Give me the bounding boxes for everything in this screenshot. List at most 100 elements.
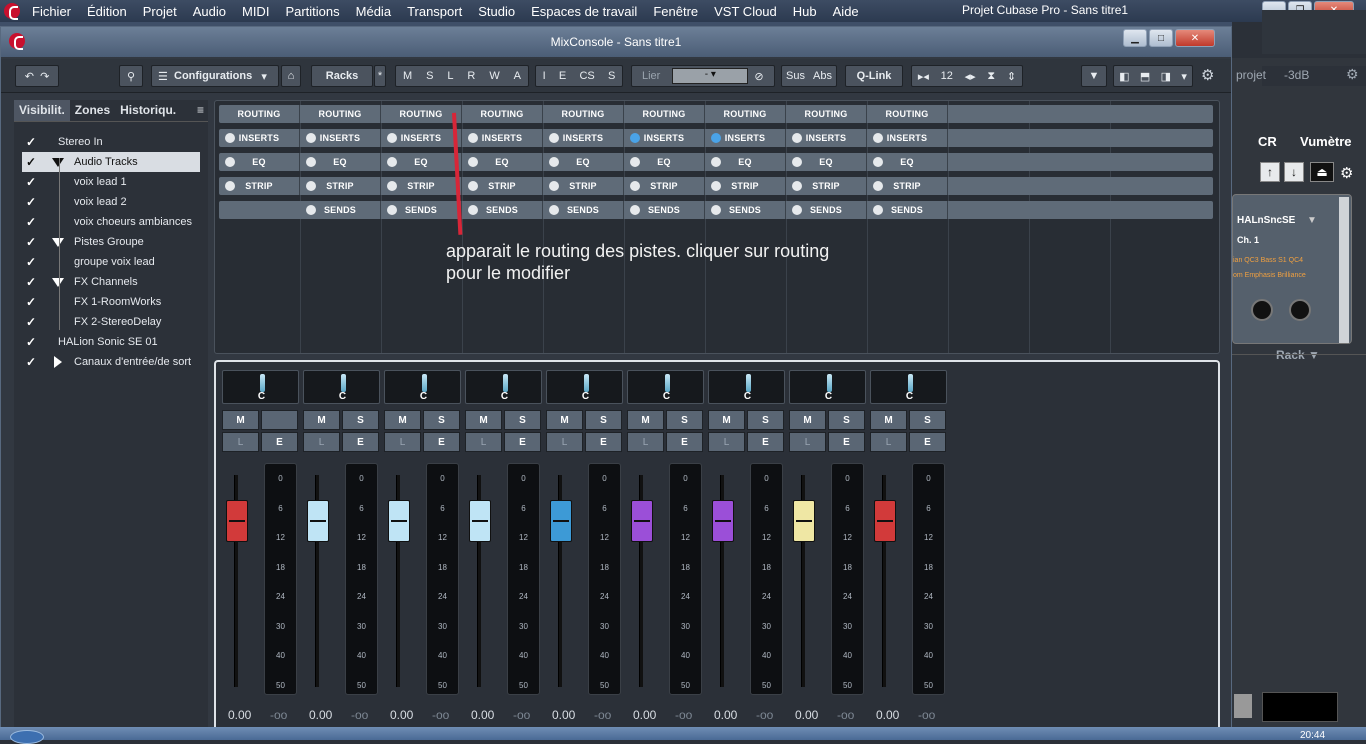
instrument-name[interactable]: HALnSncSE [1237,215,1295,226]
menu-item[interactable]: MIDI [234,4,277,19]
volume-value[interactable]: 0.00 [714,708,737,722]
chevron-down-icon[interactable]: ▾ [1181,70,1187,83]
rack-sends-button[interactable]: SENDS [705,201,786,219]
power-dot-icon[interactable] [792,205,802,215]
fader-handle[interactable] [469,500,491,542]
volume-value[interactable]: 0.00 [390,708,413,722]
meter-tab-label[interactable]: Vumètre [1300,134,1352,149]
fader-handle[interactable] [226,500,248,542]
arrow-up-icon[interactable]: ↑ [1260,162,1280,182]
solo-button[interactable] [261,410,298,430]
rack-inserts-button[interactable]: INSERTS [300,129,381,147]
maximize-icon[interactable]: □ [1149,29,1173,47]
rack-routing-button[interactable]: ROUTING [381,105,462,123]
rack-routing-button[interactable]: ROUTING [300,105,381,123]
up-down-arrows-icon[interactable]: ⇕ [1007,70,1016,83]
rack-strip-button[interactable]: STRIP [543,177,624,195]
rack-strip-button[interactable]: STRIP [462,177,543,195]
tree-row[interactable]: ✓ Audio Tracks [22,152,200,172]
arrow-down-icon[interactable]: ↓ [1284,162,1304,182]
power-dot-icon[interactable] [468,205,478,215]
peak-value[interactable]: -oo [432,708,449,722]
peak-value[interactable]: -oo [513,708,530,722]
rack-sends-button[interactable]: SENDS [543,201,624,219]
pan-knob[interactable] [746,374,751,392]
solo-button[interactable]: S [666,410,703,430]
peak-value[interactable]: -oo [675,708,692,722]
lier-select[interactable]: - ▾ [672,68,749,84]
power-dot-icon[interactable] [792,133,802,143]
rack-routing-button[interactable]: ROUTING [624,105,705,123]
menu-item[interactable]: Espaces de travail [523,4,645,19]
mode-button[interactable]: R [467,70,475,82]
solo-button[interactable]: S [423,410,460,430]
rack-strip-button[interactable]: STRIP [867,177,948,195]
rack-inserts-button[interactable]: INSERTS [462,129,543,147]
menu-item[interactable]: Audio [185,4,234,19]
rack-sends-button[interactable]: SENDS [462,201,543,219]
checkmark-icon[interactable]: ✓ [26,135,36,149]
pan-control[interactable]: C [222,370,299,404]
solo-button[interactable]: S [828,410,865,430]
listen-button[interactable]: L [627,432,664,452]
rack-routing-button[interactable]: ROUTING [219,105,300,123]
power-dot-icon[interactable] [225,157,235,167]
pan-control[interactable]: C [870,370,947,404]
mute-button[interactable]: M [546,410,583,430]
gear-icon[interactable]: ⚙ [1201,66,1214,84]
gear-icon[interactable]: ⚙ [1340,164,1353,182]
volume-value[interactable]: 0.00 [633,708,656,722]
rack-routing-button[interactable]: ROUTING [705,105,786,123]
edit-button[interactable]: E [828,432,865,452]
power-dot-icon[interactable] [549,133,559,143]
fader-handle[interactable] [307,500,329,542]
rack-routing-button[interactable]: ROUTING [543,105,624,123]
peak-value[interactable]: -oo [351,708,368,722]
peak-value[interactable]: -oo [756,708,773,722]
edit-button[interactable]: E [666,432,703,452]
pan-knob[interactable] [908,374,913,392]
power-dot-icon[interactable] [549,157,559,167]
rack-inserts-button[interactable]: INSERTS [867,129,948,147]
menu-item[interactable]: Hub [785,4,825,19]
checkmark-icon[interactable]: ✓ [26,295,36,309]
tree-row[interactable]: ✓ Stereo In [14,132,200,152]
checkmark-icon[interactable]: ✓ [26,335,36,349]
listen-button[interactable]: L [222,432,259,452]
power-dot-icon[interactable] [387,133,397,143]
volume-value[interactable]: 0.00 [876,708,899,722]
rack-eq-button[interactable]: EQ [381,153,462,171]
gear-icon[interactable]: ⚙ [1346,66,1359,83]
expand-triangle-icon[interactable] [52,238,64,247]
power-dot-icon[interactable] [468,181,478,191]
power-dot-icon[interactable] [873,181,883,191]
power-dot-icon[interactable] [306,133,316,143]
mute-button[interactable]: M [303,410,340,430]
rack-inserts-button[interactable]: INSERTS [705,129,786,147]
tree-row[interactable]: ✓ voix lead 2 [14,192,200,212]
fader-handle[interactable] [631,500,653,542]
power-dot-icon[interactable] [711,157,721,167]
rack-inserts-button[interactable]: INSERTS [219,129,300,147]
rack-eq-button[interactable]: EQ [219,153,300,171]
rack-eq-button[interactable]: EQ [300,153,381,171]
pan-control[interactable]: C [789,370,866,404]
menu-item[interactable]: Projet [135,4,185,19]
tab-history[interactable]: Historiqu. [115,100,181,121]
solo-button[interactable]: S [909,410,946,430]
checkmark-icon[interactable]: ✓ [26,315,36,329]
checkmark-icon[interactable]: ✓ [26,255,36,269]
solo-button[interactable]: S [747,410,784,430]
pan-knob[interactable] [665,374,670,392]
menu-item[interactable]: Édition [79,4,135,19]
start-button[interactable] [10,730,44,744]
volume-value[interactable]: 0.00 [471,708,494,722]
scrollbar[interactable] [1339,197,1349,343]
rack-sends-button[interactable]: SENDS [867,201,948,219]
rack-eq-button[interactable]: EQ [543,153,624,171]
solo-button[interactable]: S [504,410,541,430]
rack-routing-button[interactable]: ROUTING [462,105,543,123]
mode-button[interactable]: M [403,70,412,82]
rack-eq-button[interactable]: EQ [462,153,543,171]
edit-button[interactable]: E [261,432,298,452]
